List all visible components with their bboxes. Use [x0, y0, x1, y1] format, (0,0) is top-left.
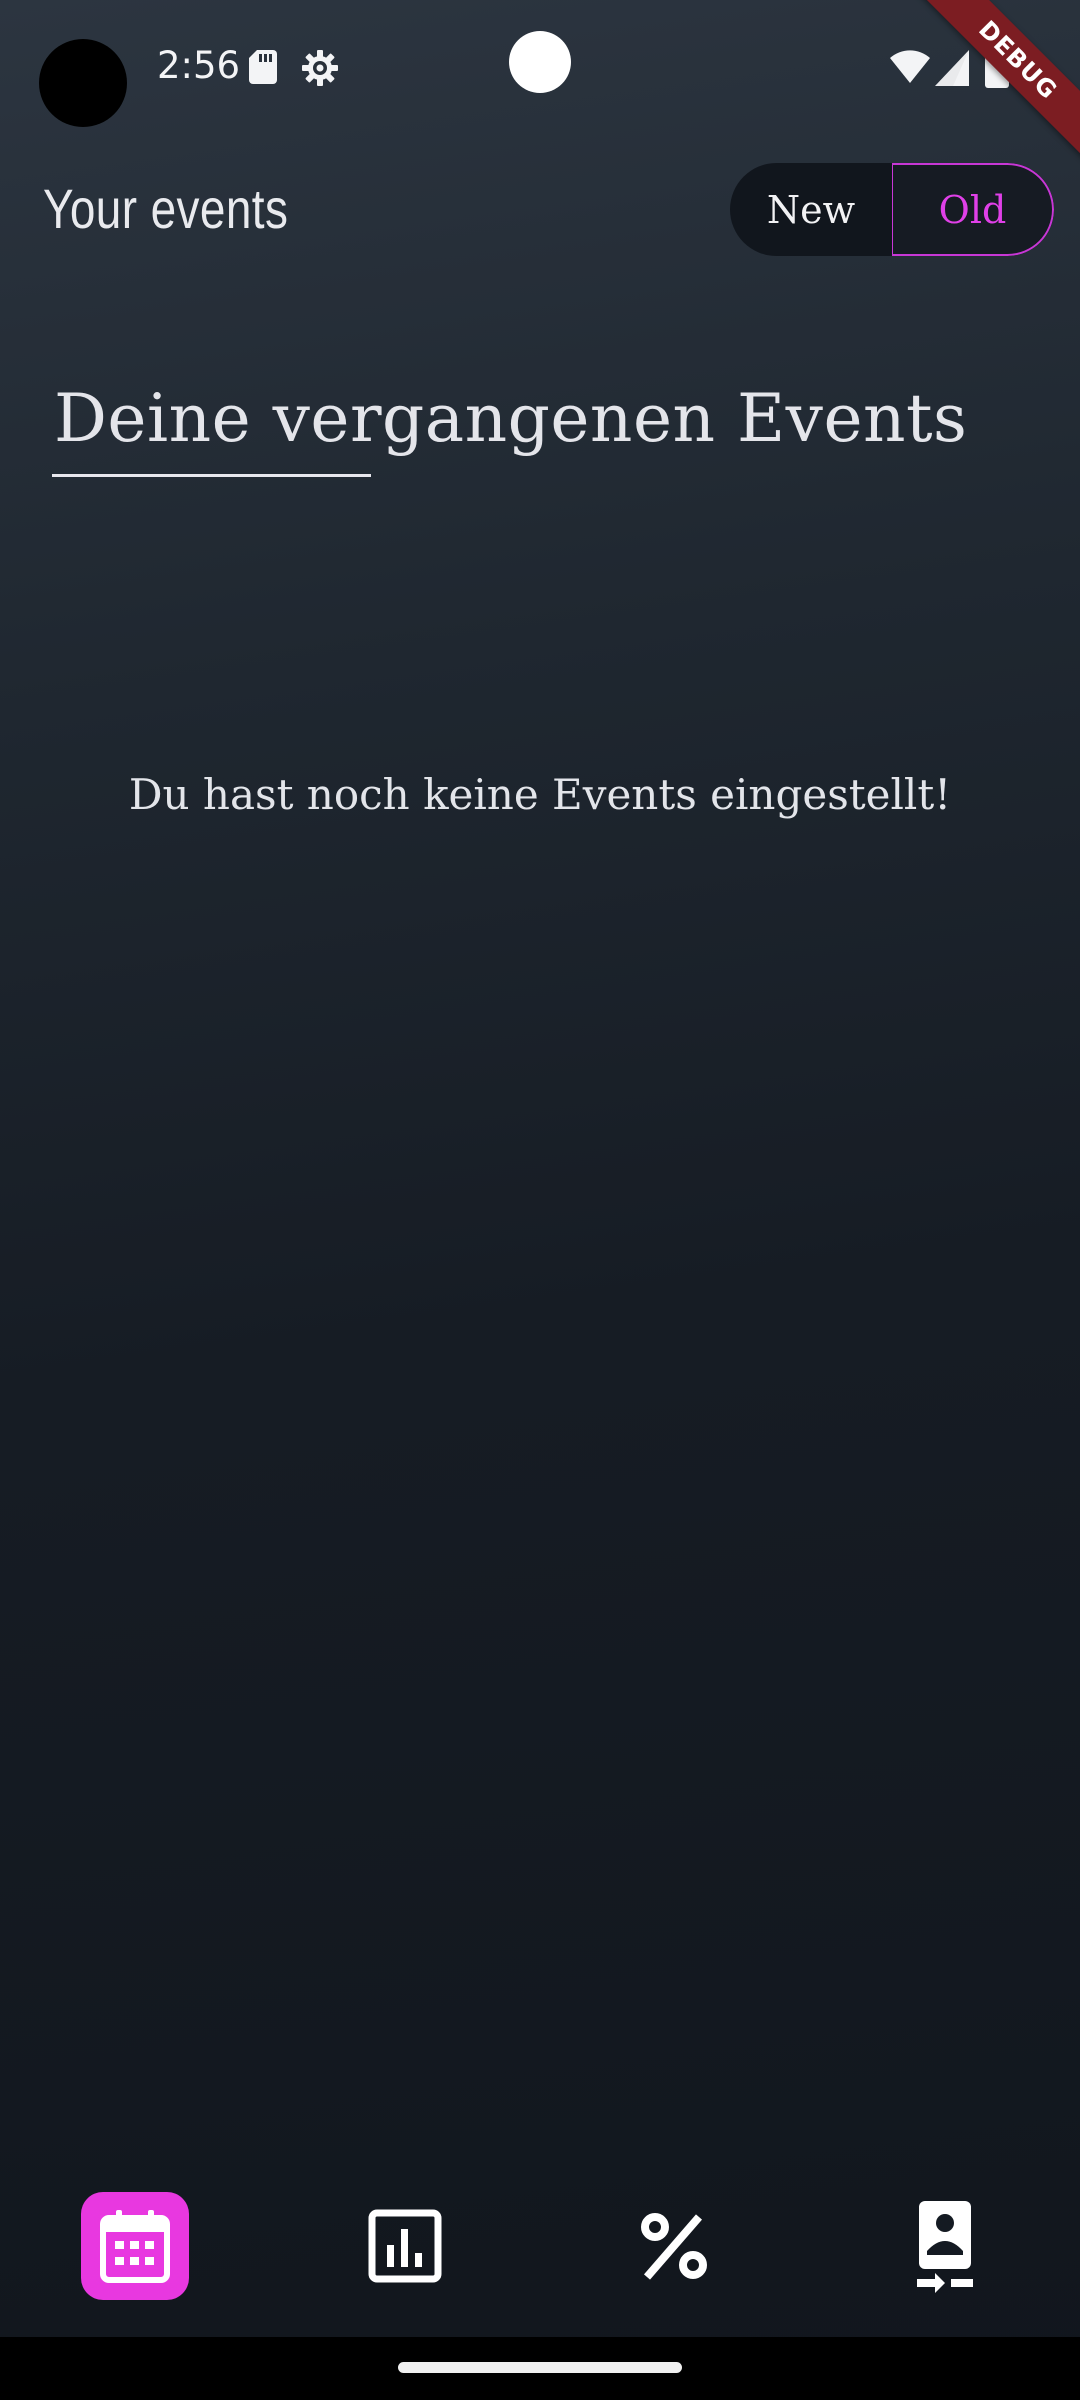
sd-card-icon: [249, 50, 277, 84]
wifi-icon: [890, 50, 930, 83]
app-screen: 2:56 DEBUG Your events New Old Deine ver…: [0, 0, 1080, 2400]
calendar-icon: [100, 2210, 170, 2283]
gear-icon: [302, 50, 338, 86]
home-gesture-pill[interactable]: [398, 2362, 682, 2373]
nav-profile-button[interactable]: [891, 2192, 999, 2300]
empty-state-message: Du hast noch keine Events eingestellt!: [128, 770, 952, 819]
bottom-navigation: [0, 2180, 1080, 2340]
heading-underline: [52, 474, 371, 477]
toggle-old-button[interactable]: Old: [892, 163, 1054, 256]
front-camera-dot: [509, 31, 571, 93]
status-bar: 2:56: [0, 0, 1080, 140]
status-time: 2:56: [157, 44, 241, 87]
nav-calendar-button[interactable]: [81, 2192, 189, 2300]
nav-discounts-button[interactable]: [620, 2192, 728, 2300]
percent-icon: [641, 2213, 707, 2280]
section-heading: Deine vergangenen Events: [54, 380, 968, 457]
bar-chart-icon: [368, 2209, 442, 2283]
gesture-navigation-area: [0, 2337, 1080, 2400]
nav-statistics-button[interactable]: [351, 2192, 459, 2300]
signal-icon: [935, 50, 969, 86]
page-title: Your events: [43, 177, 289, 240]
camera-cutout: [39, 39, 127, 127]
profile-transfer-icon: [917, 2201, 973, 2293]
toggle-new-button[interactable]: New: [730, 163, 892, 256]
new-old-toggle: New Old: [730, 163, 1054, 256]
